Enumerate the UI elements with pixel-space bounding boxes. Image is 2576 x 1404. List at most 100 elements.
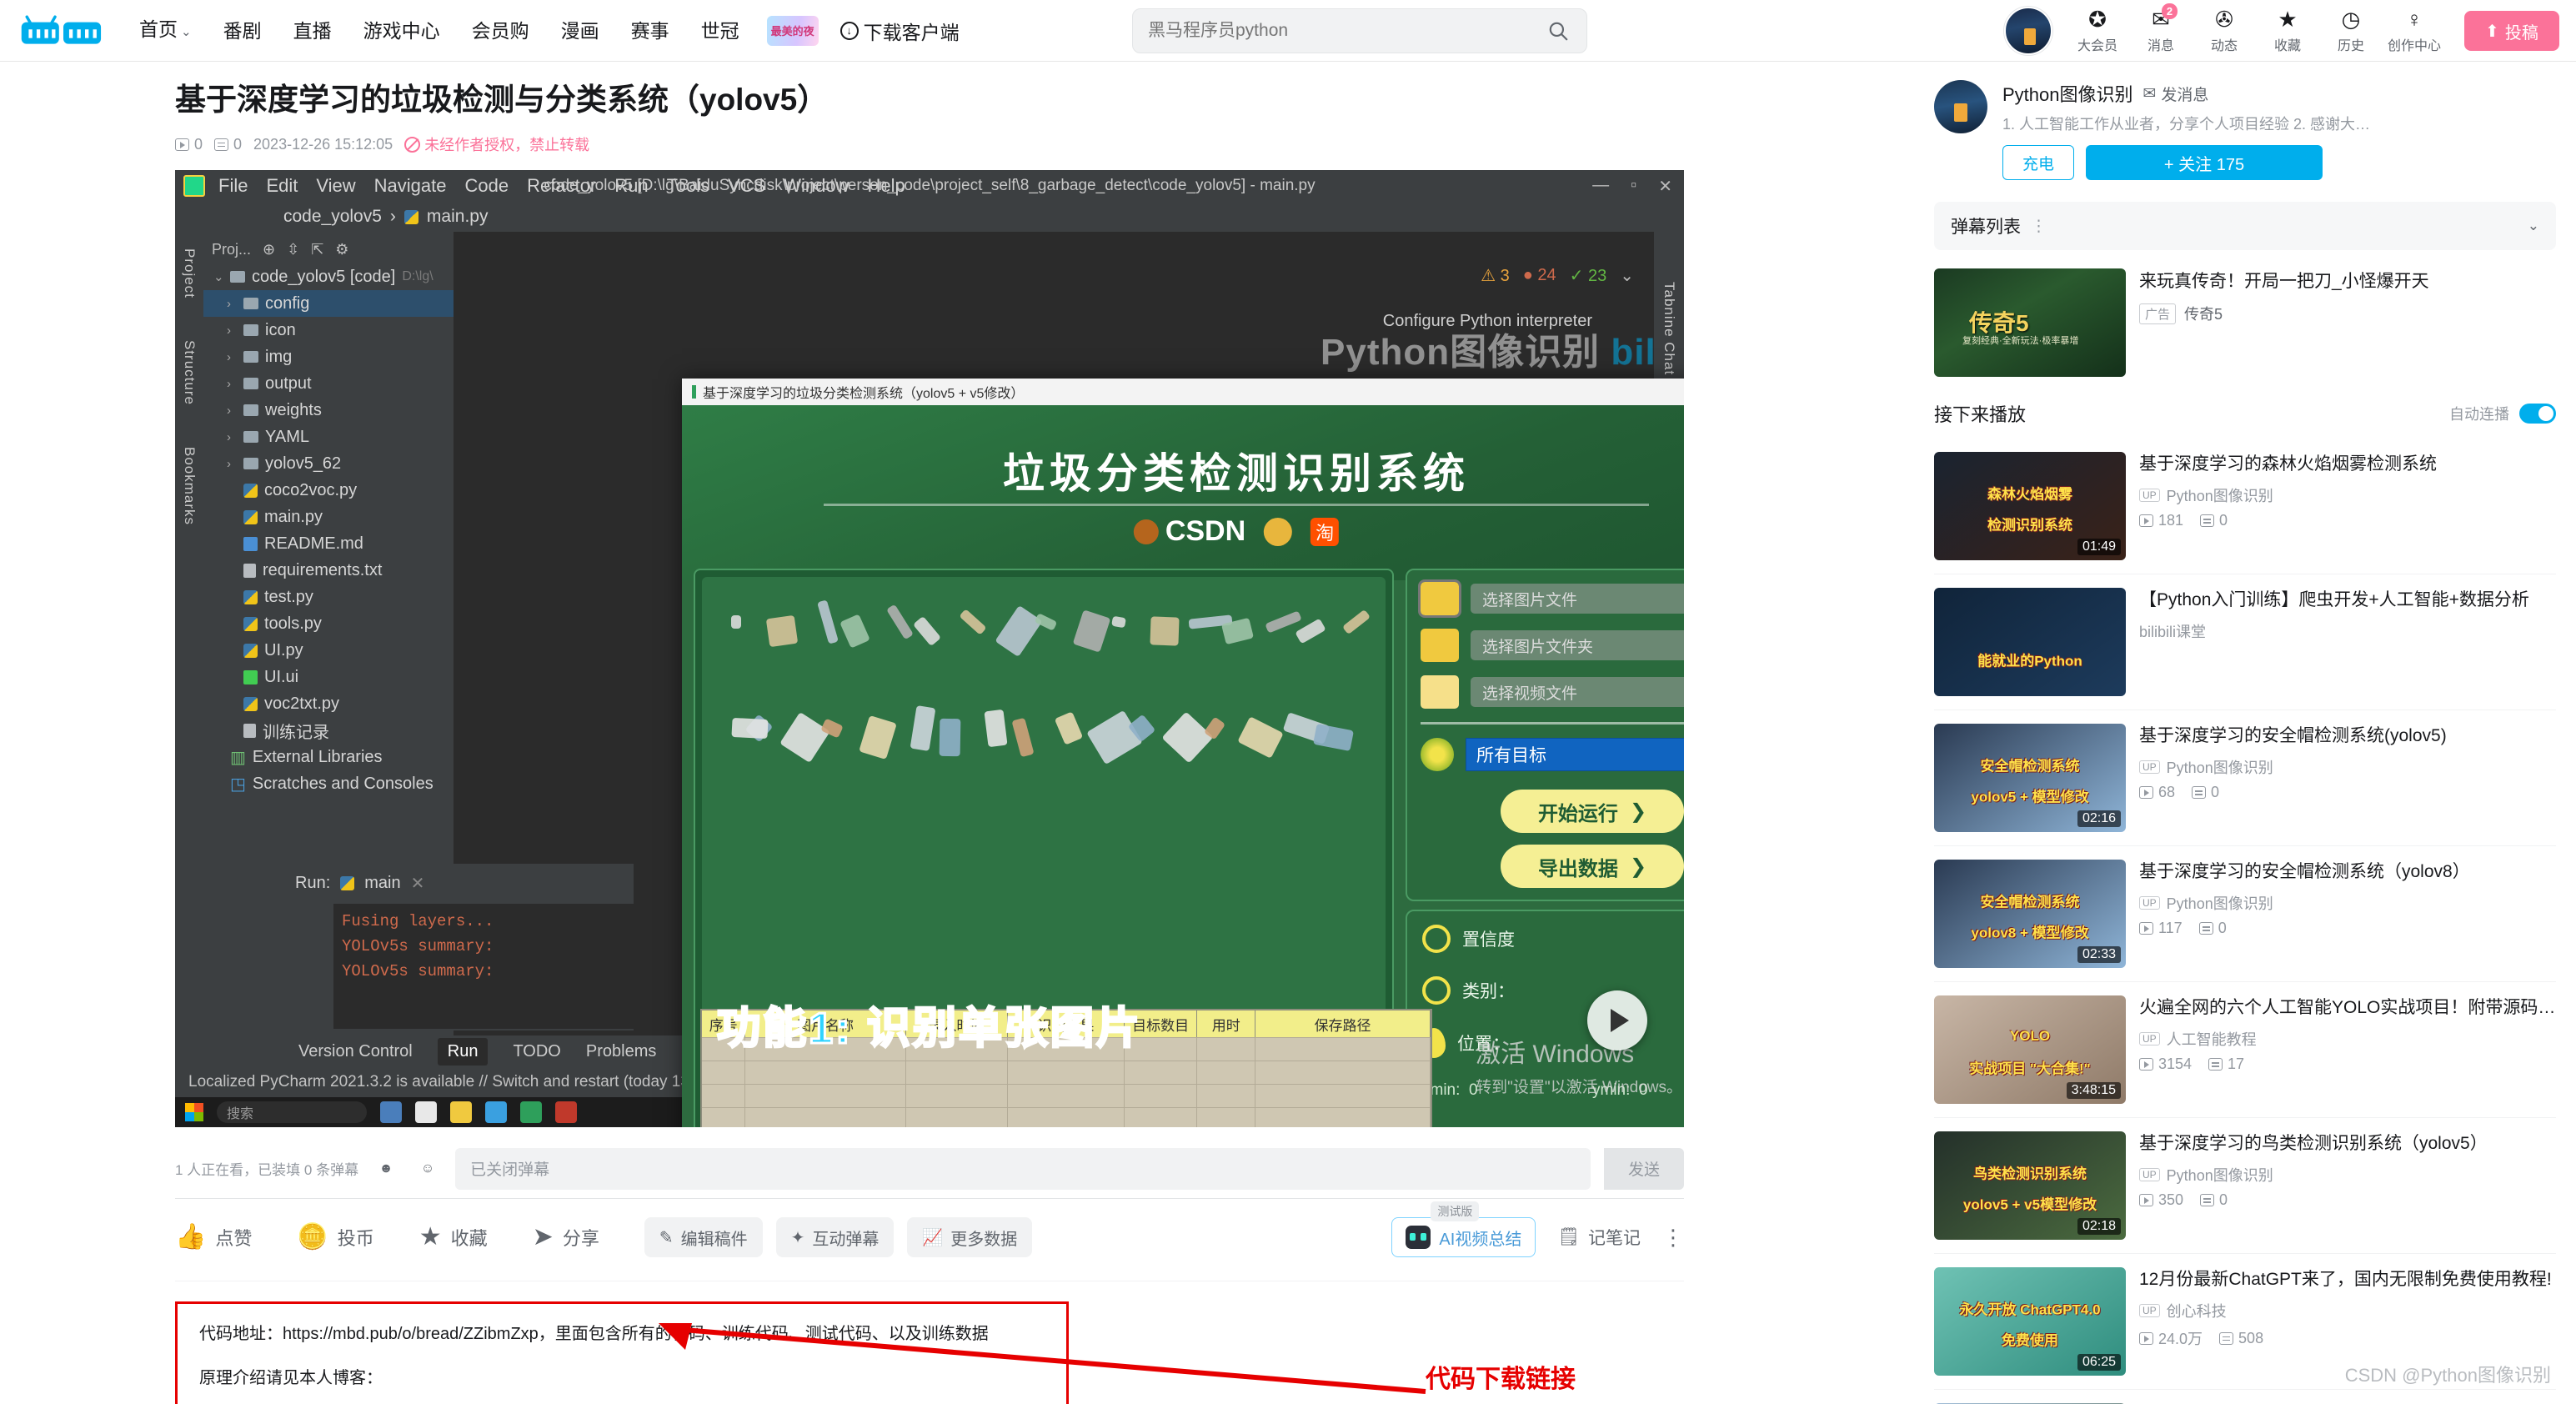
- tree-item-voc2txt-py[interactable]: voc2txt.py: [203, 690, 454, 717]
- pick-image-file-row[interactable]: 选择图片文件: [1418, 579, 1684, 618]
- breadcrumb-file[interactable]: main.py: [427, 207, 489, 227]
- video-uploader[interactable]: UP Python图像识别: [2139, 1164, 2556, 1186]
- danmaku-input[interactable]: 已关闭弹幕: [455, 1147, 1591, 1190]
- danmaku-style-icon[interactable]: ☺: [413, 1155, 442, 1183]
- nav-item-live[interactable]: 直播: [278, 18, 348, 43]
- tree-item-icon[interactable]: › icon: [203, 317, 454, 343]
- export-data-button[interactable]: 导出数据 ❯: [1501, 845, 1684, 888]
- search-bar[interactable]: [1132, 8, 1587, 53]
- tool-project-label[interactable]: Project: [181, 248, 198, 298]
- send-message-button[interactable]: ✉ 发消息: [2143, 83, 2209, 105]
- video-uploader[interactable]: UP Python图像识别: [2139, 892, 2556, 914]
- table-row[interactable]: [702, 1084, 1431, 1107]
- list-item[interactable]: 02:07YOLOv8+碰撞检测+追尾预警+单目测距(毕业设计)UP上交-威哥1…: [1934, 1390, 2556, 1404]
- pick-video-file-row[interactable]: 选择视频文件: [1421, 675, 1684, 709]
- video-title[interactable]: 【Python入门训练】爬虫开发+人工智能+数据分析: [2139, 588, 2556, 613]
- video-thumbnail[interactable]: 能就业的Python: [1934, 588, 2126, 696]
- close-icon[interactable]: ✕: [1658, 176, 1672, 197]
- edit-submission-button[interactable]: ✎ 编辑稿件: [644, 1217, 763, 1257]
- list-item[interactable]: 安全帽检测系统 yolov5 + 模型修改 02:16 基于深度学习的安全帽检测系统(…: [1934, 710, 2556, 846]
- share-button[interactable]: ➤ 分享: [533, 1224, 599, 1251]
- header-item-favorites[interactable]: ★ 收藏: [2256, 8, 2319, 54]
- minimize-icon[interactable]: —: [1592, 176, 1609, 197]
- video-thumbnail[interactable]: 森林火焰烟雾 检测识别系统 01:49: [1934, 452, 2126, 560]
- menu-edit[interactable]: Edit: [266, 175, 298, 197]
- video-thumbnail[interactable]: 永久开放 ChatGPT4.0 免费使用 06:25: [1934, 1267, 2126, 1376]
- pick-image-folder-row[interactable]: 选择图片文件夹: [1421, 629, 1684, 662]
- video-thumbnail[interactable]: 安全帽检测系统 yolov5 + 模型修改 02:16: [1934, 724, 2126, 832]
- table-row[interactable]: [702, 1061, 1431, 1084]
- menu-view[interactable]: View: [316, 175, 355, 197]
- header-item-messages[interactable]: 2 ✉ 消息: [2129, 3, 2193, 54]
- taskbar-app-icon[interactable]: [380, 1101, 402, 1123]
- tree-root-row[interactable]: ⌄ code_yolov5 [code] D:\lg\: [203, 263, 454, 290]
- follow-button[interactable]: + 关注 175: [2086, 145, 2323, 180]
- list-item[interactable]: 能就业的Python 【Python入门训练】爬虫开发+人工智能+数据分析 bili…: [1934, 574, 2556, 710]
- run-config-name[interactable]: main: [364, 874, 400, 893]
- breadcrumb-project[interactable]: code_yolov5: [283, 207, 382, 227]
- image-folder-field[interactable]: 选择图片文件夹: [1471, 630, 1684, 660]
- nav-item-vipshop[interactable]: 会员购: [456, 18, 545, 43]
- danmaku-send-button[interactable]: 发送: [1604, 1147, 1684, 1190]
- video-title[interactable]: 基于深度学习的森林火焰烟雾检测系统: [2139, 452, 2556, 477]
- taskbar-search[interactable]: 搜索: [217, 1101, 367, 1123]
- taskbar-app-icon[interactable]: [485, 1101, 507, 1123]
- tree-item-ui-ui[interactable]: UI.ui: [203, 664, 454, 690]
- video-thumbnail[interactable]: YOLO 实战项目 "大合集!" 3:48:15: [1934, 995, 2126, 1104]
- settings-gear-icon[interactable]: ⚙: [335, 241, 348, 258]
- toolwindow-todo[interactable]: TODO: [513, 1042, 560, 1061]
- interactive-danmaku-button[interactable]: ✦ 互动弹幕: [775, 1217, 895, 1257]
- tree-item-test-py[interactable]: test.py: [203, 584, 454, 610]
- video-uploader[interactable]: UP 人工智能教程: [2139, 1028, 2556, 1050]
- danmaku-settings-icon[interactable]: ☻: [372, 1155, 400, 1183]
- video-thumbnail[interactable]: 安全帽检测系统 yolov8 + 模型修改 02:33: [1934, 860, 2126, 968]
- start-run-button[interactable]: 开始运行 ❯: [1501, 790, 1684, 833]
- header-item-dynamic[interactable]: ✇ 动态: [2193, 8, 2256, 54]
- tree-item-----[interactable]: 训练记录: [203, 717, 454, 744]
- nav-item-worldcup[interactable]: 世冠: [685, 18, 755, 43]
- target-select[interactable]: 所有目标 ▾: [1466, 738, 1684, 771]
- collapse-all-icon[interactable]: ⇱: [311, 241, 323, 258]
- more-options-button[interactable]: ⋮: [1662, 1226, 1684, 1248]
- chevron-down-icon[interactable]: ⌄: [1620, 265, 1634, 286]
- more-data-button[interactable]: 📈 更多数据: [907, 1217, 1033, 1257]
- video-title[interactable]: 基于深度学习的鸟类检测识别系统（yolov5）: [2139, 1131, 2556, 1156]
- tree-item-yaml[interactable]: › YAML: [203, 424, 454, 450]
- note-button[interactable]: 🗒 记笔记: [1557, 1225, 1641, 1250]
- video-player[interactable]: File Edit View Navigate Code Refactor Ru…: [175, 170, 1684, 1127]
- header-item-history[interactable]: ◷ 历史: [2319, 8, 2383, 54]
- menu-file[interactable]: File: [218, 175, 248, 197]
- taskbar-app-icon[interactable]: [450, 1101, 472, 1123]
- tree-item-ui-py[interactable]: UI.py: [203, 637, 454, 664]
- coin-button[interactable]: 🪙 投币: [297, 1224, 373, 1251]
- table-row[interactable]: [702, 1107, 1431, 1127]
- tree-item-main-py[interactable]: main.py: [203, 504, 454, 530]
- list-item[interactable]: YOLO 实战项目 "大合集!" 3:48:15 火遍全网的六个人工智能YOLO实战项…: [1934, 982, 2556, 1118]
- tool-structure-label[interactable]: Structure: [181, 340, 198, 405]
- video-title[interactable]: 基于深度学习的安全帽检测系统（yolov8）: [2139, 860, 2556, 885]
- inspection-widget[interactable]: ⚠ 3 ● 24 ✓ 23 ⌄: [1481, 265, 1634, 286]
- video-title[interactable]: 火遍全网的六个人工智能YOLO实战项目！附带源码…: [2139, 995, 2556, 1020]
- video-thumbnail[interactable]: 鸟类检测识别系统 yolov5 + v5模型修改 02:18: [1934, 1131, 2126, 1240]
- close-icon[interactable]: ✕: [411, 873, 425, 894]
- video-uploader[interactable]: UP Python图像识别: [2139, 484, 2556, 506]
- list-item[interactable]: 安全帽检测系统 yolov8 + 模型修改 02:33 基于深度学习的安全帽检测系统（…: [1934, 846, 2556, 982]
- toolwindow-version-control[interactable]: Version Control: [298, 1042, 413, 1061]
- taskbar-app-icon[interactable]: [555, 1101, 577, 1123]
- tree-item-tools-py[interactable]: tools.py: [203, 610, 454, 637]
- expand-all-icon[interactable]: ⇳: [287, 241, 299, 258]
- chevron-down-icon[interactable]: ⌄: [2528, 218, 2539, 234]
- tree-item-weights[interactable]: › weights: [203, 397, 454, 424]
- tree-scope-select[interactable]: Proj...: [212, 241, 251, 258]
- video-uploader[interactable]: bilibili课堂: [2139, 620, 2556, 642]
- tree-item-img[interactable]: › img: [203, 343, 454, 370]
- play-button[interactable]: [1587, 990, 1647, 1050]
- favorite-button[interactable]: ★ 收藏: [419, 1224, 488, 1251]
- video-title[interactable]: 12月份最新ChatGPT来了，国内无限制免费使用教程!: [2139, 1267, 2556, 1292]
- user-avatar[interactable]: [2004, 7, 2052, 55]
- list-item[interactable]: 鸟类检测识别系统 yolov5 + v5模型修改 02:18 基于深度学习的鸟类检测识…: [1934, 1118, 2556, 1254]
- maximize-icon[interactable]: ▫: [1631, 176, 1636, 197]
- like-button[interactable]: 👍 点赞: [175, 1224, 252, 1251]
- nav-item-home[interactable]: 首页 ⌄: [123, 17, 208, 45]
- autoplay-toggle[interactable]: [2519, 404, 2556, 424]
